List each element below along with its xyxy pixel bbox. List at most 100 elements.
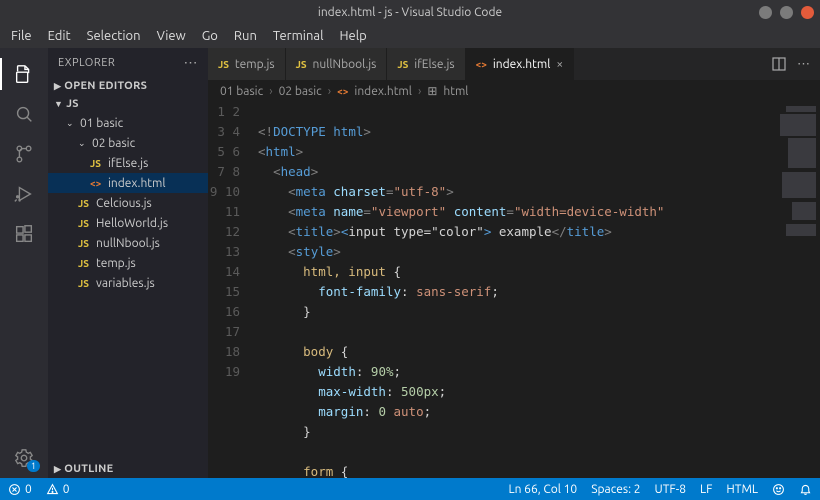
- breadcrumb[interactable]: 01 basic›02 basic›<>index.html›⊞html: [208, 80, 820, 102]
- extensions-icon[interactable]: [0, 214, 48, 254]
- html-file-icon: <>: [337, 86, 348, 97]
- status-lang[interactable]: HTML: [726, 483, 758, 496]
- settings-badge: 1: [27, 460, 40, 472]
- source-control-icon[interactable]: [0, 134, 48, 174]
- js-file-icon: JS: [296, 59, 307, 70]
- chevron-down-icon: ⌄: [66, 118, 76, 129]
- file-label: index.html: [108, 177, 166, 190]
- status-errors[interactable]: 0: [8, 483, 32, 496]
- js-file-icon: JS: [78, 218, 92, 229]
- chevron-right-icon: ▶: [54, 81, 61, 92]
- tab-nullNbool-js[interactable]: JS nullNbool.js: [286, 48, 388, 80]
- menu-go[interactable]: Go: [195, 27, 225, 45]
- folder-row[interactable]: ⌄01 basic: [48, 113, 208, 133]
- tab-label: ifElse.js: [414, 58, 454, 71]
- window-controls: [759, 6, 814, 19]
- file-row[interactable]: JS variables.js: [48, 273, 208, 293]
- tab-ifElse-js[interactable]: JS ifElse.js: [387, 48, 465, 80]
- main-area: 1 EXPLORER ⋯ ▶ OPEN EDITORS ▼ JS ⌄01 bas…: [0, 48, 820, 478]
- status-warnings[interactable]: 0: [46, 483, 70, 496]
- breadcrumb-item[interactable]: html: [443, 85, 468, 98]
- sidebar-header: EXPLORER ⋯: [48, 48, 208, 77]
- js-file-icon: JS: [397, 59, 408, 70]
- file-label: nullNbool.js: [96, 237, 160, 250]
- tab-temp-js[interactable]: JS temp.js: [208, 48, 286, 80]
- close-button[interactable]: [801, 6, 814, 19]
- html-file-icon: <>: [90, 178, 104, 189]
- minimize-button[interactable]: [759, 6, 772, 19]
- menubar: FileEditSelectionViewGoRunTerminalHelp: [0, 24, 820, 48]
- code-editor[interactable]: 1 2 3 4 5 6 7 8 9 10 11 12 13 14 15 16 1…: [208, 102, 820, 478]
- menu-help[interactable]: Help: [332, 27, 373, 45]
- editor-group: JS temp.js JS nullNbool.js JS ifElse.js <> inde…: [208, 48, 820, 478]
- js-file-icon: JS: [90, 158, 104, 169]
- minimap[interactable]: [774, 102, 820, 478]
- activity-bar: 1: [0, 48, 48, 478]
- file-tree: ⌄01 basic⌄02 basicJSifElse.js<>index.htm…: [48, 113, 208, 460]
- menu-edit[interactable]: Edit: [41, 27, 78, 45]
- tab-index-html[interactable]: <> index.html ×: [466, 48, 575, 80]
- close-icon[interactable]: ×: [556, 58, 563, 71]
- status-feedback-icon[interactable]: [772, 483, 785, 496]
- file-row[interactable]: JS ifElse.js: [48, 153, 208, 173]
- file-label: 02 basic: [92, 137, 135, 150]
- breadcrumb-sep: ›: [269, 85, 272, 98]
- file-row[interactable]: JS HelloWorld.js: [48, 213, 208, 233]
- js-file-icon: JS: [218, 59, 229, 70]
- run-debug-icon[interactable]: [0, 174, 48, 214]
- sidebar-title: EXPLORER: [58, 57, 115, 69]
- status-encoding[interactable]: UTF-8: [655, 483, 686, 496]
- window-title: index.html - js - Visual Studio Code: [318, 6, 502, 19]
- more-icon[interactable]: ⋯: [797, 57, 810, 72]
- menu-view[interactable]: View: [150, 27, 193, 45]
- tab-label: temp.js: [235, 58, 275, 71]
- status-cursor[interactable]: Ln 66, Col 10: [508, 483, 577, 496]
- js-file-icon: JS: [78, 198, 92, 209]
- breadcrumb-item[interactable]: 01 basic: [220, 85, 263, 98]
- menu-terminal[interactable]: Terminal: [266, 27, 331, 45]
- breadcrumb-item[interactable]: 02 basic: [279, 85, 322, 98]
- file-row[interactable]: JStemp.js: [48, 253, 208, 273]
- search-icon[interactable]: [0, 94, 48, 134]
- symbol-icon: ⊞: [427, 84, 437, 98]
- js-file-icon: JS: [78, 238, 92, 249]
- tab-label: index.html: [493, 58, 551, 71]
- maximize-button[interactable]: [780, 6, 793, 19]
- outline-section[interactable]: ▶ OUTLINE: [48, 460, 208, 478]
- status-spaces[interactable]: Spaces: 2: [591, 483, 640, 496]
- breadcrumb-item[interactable]: index.html: [354, 85, 412, 98]
- file-label: ifElse.js: [108, 157, 148, 170]
- breadcrumb-sep: ›: [328, 85, 331, 98]
- file-row[interactable]: JS Celcious.js: [48, 193, 208, 213]
- explorer-icon[interactable]: [0, 54, 48, 94]
- menu-file[interactable]: File: [4, 27, 39, 45]
- titlebar: index.html - js - Visual Studio Code: [0, 0, 820, 24]
- line-gutter: 1 2 3 4 5 6 7 8 9 10 11 12 13 14 15 16 1…: [208, 102, 254, 478]
- menu-selection[interactable]: Selection: [80, 27, 148, 45]
- settings-gear-icon[interactable]: 1: [0, 438, 48, 478]
- status-eol[interactable]: LF: [700, 483, 712, 496]
- folder-row[interactable]: ⌄ 02 basic: [48, 133, 208, 153]
- split-editor-icon[interactable]: [771, 56, 787, 72]
- workspace-section[interactable]: ▼ JS: [48, 95, 208, 113]
- js-file-icon: JS: [78, 278, 92, 289]
- file-label: variables.js: [96, 277, 155, 290]
- status-bar: 0 0 Ln 66, Col 10 Spaces: 2 UTF-8 LF HTM…: [0, 478, 820, 500]
- file-label: HelloWorld.js: [96, 217, 168, 230]
- html-file-icon: <>: [476, 59, 487, 70]
- sidebar: EXPLORER ⋯ ▶ OPEN EDITORS ▼ JS ⌄01 basic…: [48, 48, 208, 478]
- file-row[interactable]: <> index.html: [48, 173, 208, 193]
- file-label: temp.js: [96, 257, 136, 270]
- code-lines[interactable]: <!DOCTYPE html> <html> <head> <meta char…: [254, 102, 774, 478]
- tab-label: nullNbool.js: [313, 58, 377, 71]
- sidebar-more-icon[interactable]: ⋯: [184, 54, 199, 71]
- menu-run[interactable]: Run: [227, 27, 264, 45]
- status-bell-icon[interactable]: [799, 483, 812, 496]
- file-row[interactable]: JS nullNbool.js: [48, 233, 208, 253]
- chevron-down-icon: ⌄: [78, 138, 88, 149]
- file-label: Celcious.js: [96, 197, 152, 210]
- chevron-right-icon: ▶: [54, 464, 61, 475]
- tab-bar: JS temp.js JS nullNbool.js JS ifElse.js <> inde…: [208, 48, 820, 80]
- open-editors-section[interactable]: ▶ OPEN EDITORS: [48, 77, 208, 95]
- chevron-down-icon: ▼: [54, 99, 63, 109]
